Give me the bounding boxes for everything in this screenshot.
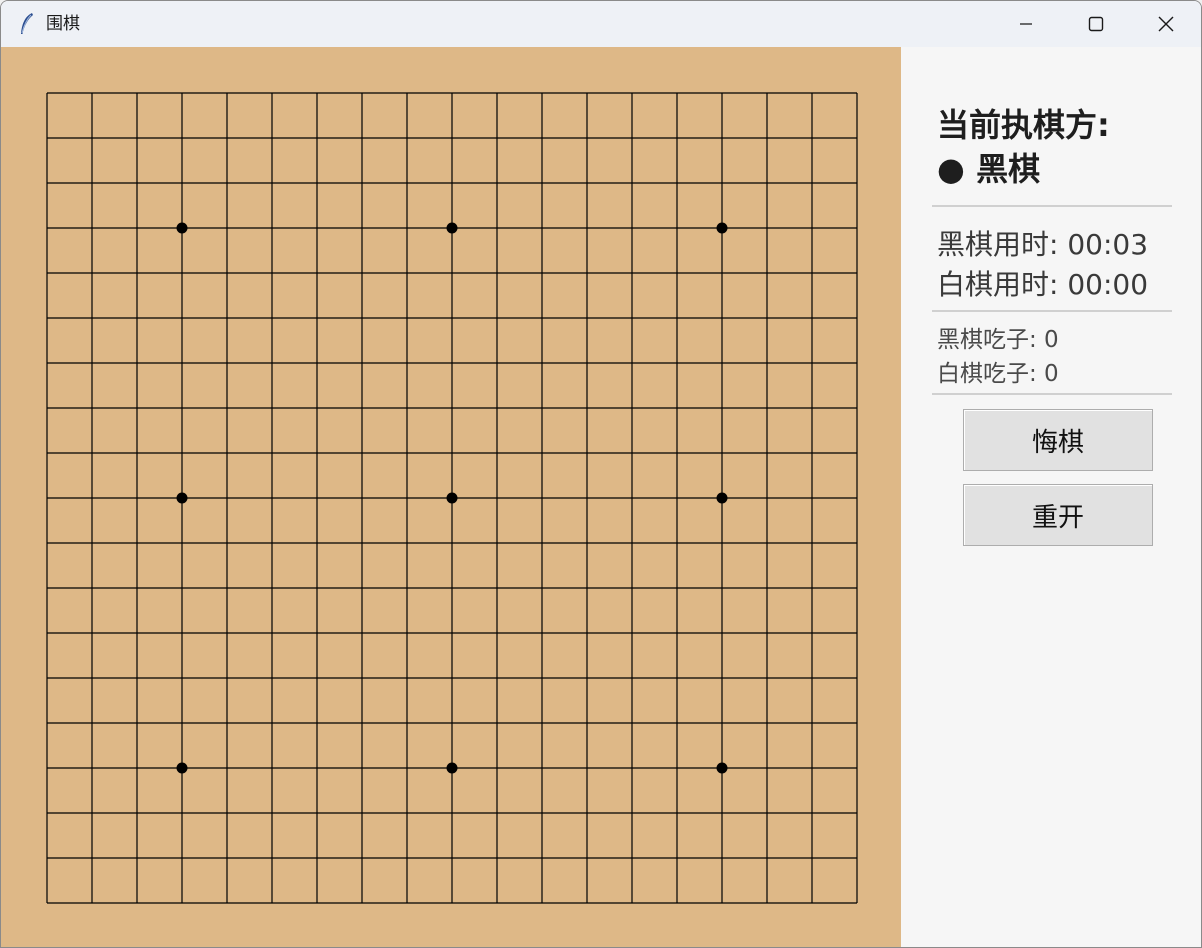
star-point [716, 492, 728, 504]
title-bar[interactable]: 围棋 [1, 1, 1201, 47]
white-captures: 白棋吃子: 0 [937, 361, 1059, 387]
star-point [446, 222, 458, 234]
star-point [176, 762, 188, 774]
window-title: 围棋 [46, 14, 80, 34]
star-point [446, 492, 458, 504]
divider [932, 310, 1172, 312]
star-point [176, 222, 188, 234]
close-button[interactable] [1131, 1, 1201, 47]
black-timer: 黑棋用时: 00:03 [937, 228, 1149, 261]
divider [932, 393, 1172, 395]
turn-title: 当前执棋方: [937, 106, 1110, 144]
maximize-button[interactable] [1061, 1, 1131, 47]
restart-button[interactable]: 重开 [963, 484, 1153, 546]
star-point [716, 762, 728, 774]
side-panel: 当前执棋方: ● 黑棋 黑棋用时: 00:03 白棋用时: 00:00 黑棋吃子… [901, 47, 1201, 947]
minimize-button[interactable] [991, 1, 1061, 47]
close-icon [1158, 16, 1174, 32]
app-window: 围棋 当前执棋方: ● 黑棋 黑棋用时: 00:03 白棋用时: 00:00 黑 [0, 0, 1202, 948]
star-point [446, 762, 458, 774]
white-timer: 白棋用时: 00:00 [937, 268, 1149, 301]
black-captures: 黑棋吃子: 0 [937, 327, 1059, 353]
maximize-icon [1088, 16, 1104, 32]
go-board[interactable] [1, 47, 901, 947]
minimize-icon [1020, 23, 1032, 25]
star-point [716, 222, 728, 234]
undo-button[interactable]: 悔棋 [963, 409, 1153, 471]
current-player: ● 黑棋 [937, 150, 1041, 188]
board-canvas[interactable] [1, 47, 901, 947]
feather-icon [21, 13, 33, 34]
star-point [176, 492, 188, 504]
divider [932, 205, 1172, 207]
